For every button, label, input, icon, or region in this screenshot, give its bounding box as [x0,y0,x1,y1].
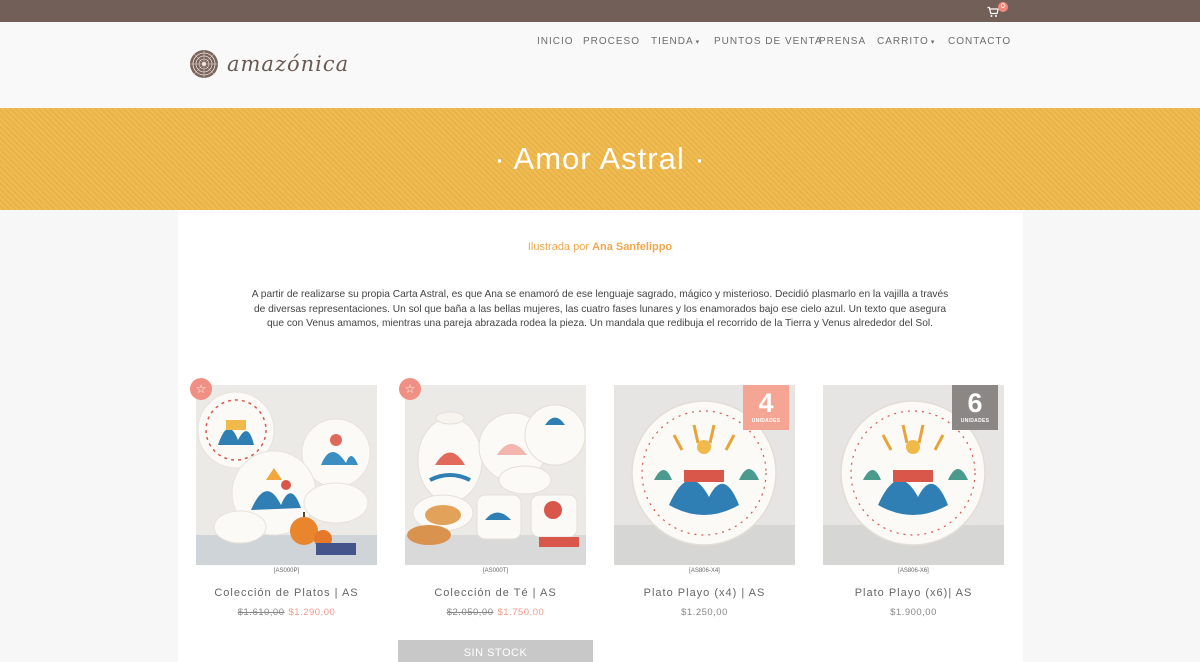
product-name[interactable]: Colección de Té | AS [405,587,586,599]
product-sku: [AS806-X4] [689,568,720,574]
old-price: $1.610,00 [237,607,285,618]
product-image-coleccion-platos[interactable] [196,385,377,565]
out-of-stock-button[interactable]: SIN STOCK [398,640,593,662]
product-sku: [AS000T] [482,568,508,574]
top-bar: 0 [0,0,1200,22]
quantity-badge: 4 UNIDADES [743,385,789,430]
quantity-badge: 6 UNIDADES [952,385,998,430]
star-icon: ☆ [404,382,416,396]
brand-logo[interactable]: amazónica [189,47,349,81]
nav-proceso[interactable]: PROCESO [583,36,640,50]
old-price: $2.050,00 [446,607,494,618]
illustrator-byline: Ilustrada por Ana Sanfelippo [527,241,673,253]
collection-banner: · Amor Astral · [0,108,1200,210]
page-title: · Amor Astral · [494,141,706,176]
tea-set-image [405,385,586,565]
site-header: amazónica [0,22,1200,108]
product-name[interactable]: Plato Playo (x6)| AS [823,587,1004,599]
illustrator-name[interactable]: Ana Sanfelippo [592,241,672,253]
sale-price: $1.750,00 [497,607,545,618]
product-price: $2.050,00 $1.750,00 [405,607,586,618]
star-icon: ☆ [195,382,207,396]
nav-contacto[interactable]: CONTACTO [948,36,1011,50]
featured-star-badge: ☆ [399,378,421,400]
collection-description: A partir de realizarse su propia Carta A… [251,289,949,330]
product-price: $1.250,00 [681,607,728,618]
product-sku: [AS806-X6] [898,568,929,574]
nav-tienda[interactable]: TIENDA ▾ [651,36,700,50]
featured-star-badge: ☆ [190,378,212,400]
mini-cart[interactable]: 0 [987,2,1011,19]
product-name[interactable]: Colección de Platos | AS [196,587,377,599]
nav-prensa[interactable]: PRENSA [819,36,866,50]
chevron-down-icon: ▾ [695,39,701,46]
product-sku: [AS000P] [273,568,300,574]
brand-name: amazónica [227,52,350,76]
nav-puntos-de-venta[interactable]: PUNTOS DE VENTA [714,36,823,50]
plates-collection-image [196,385,377,565]
tree-ring-logo-icon [190,50,218,78]
product-name[interactable]: Plato Playo (x4) | AS [614,587,795,599]
sale-price: $1.290,00 [288,607,336,618]
nav-inicio[interactable]: INICIO [537,36,574,50]
product-price: $1.900,00 [890,607,937,618]
product-image-coleccion-te[interactable] [405,385,586,565]
product-price: $1.610,00 $1.290,00 [196,607,377,618]
chevron-down-icon: ▾ [930,39,936,46]
nav-carrito[interactable]: CARRITO ▾ [877,36,935,50]
cart-count-badge: 0 [998,2,1008,12]
